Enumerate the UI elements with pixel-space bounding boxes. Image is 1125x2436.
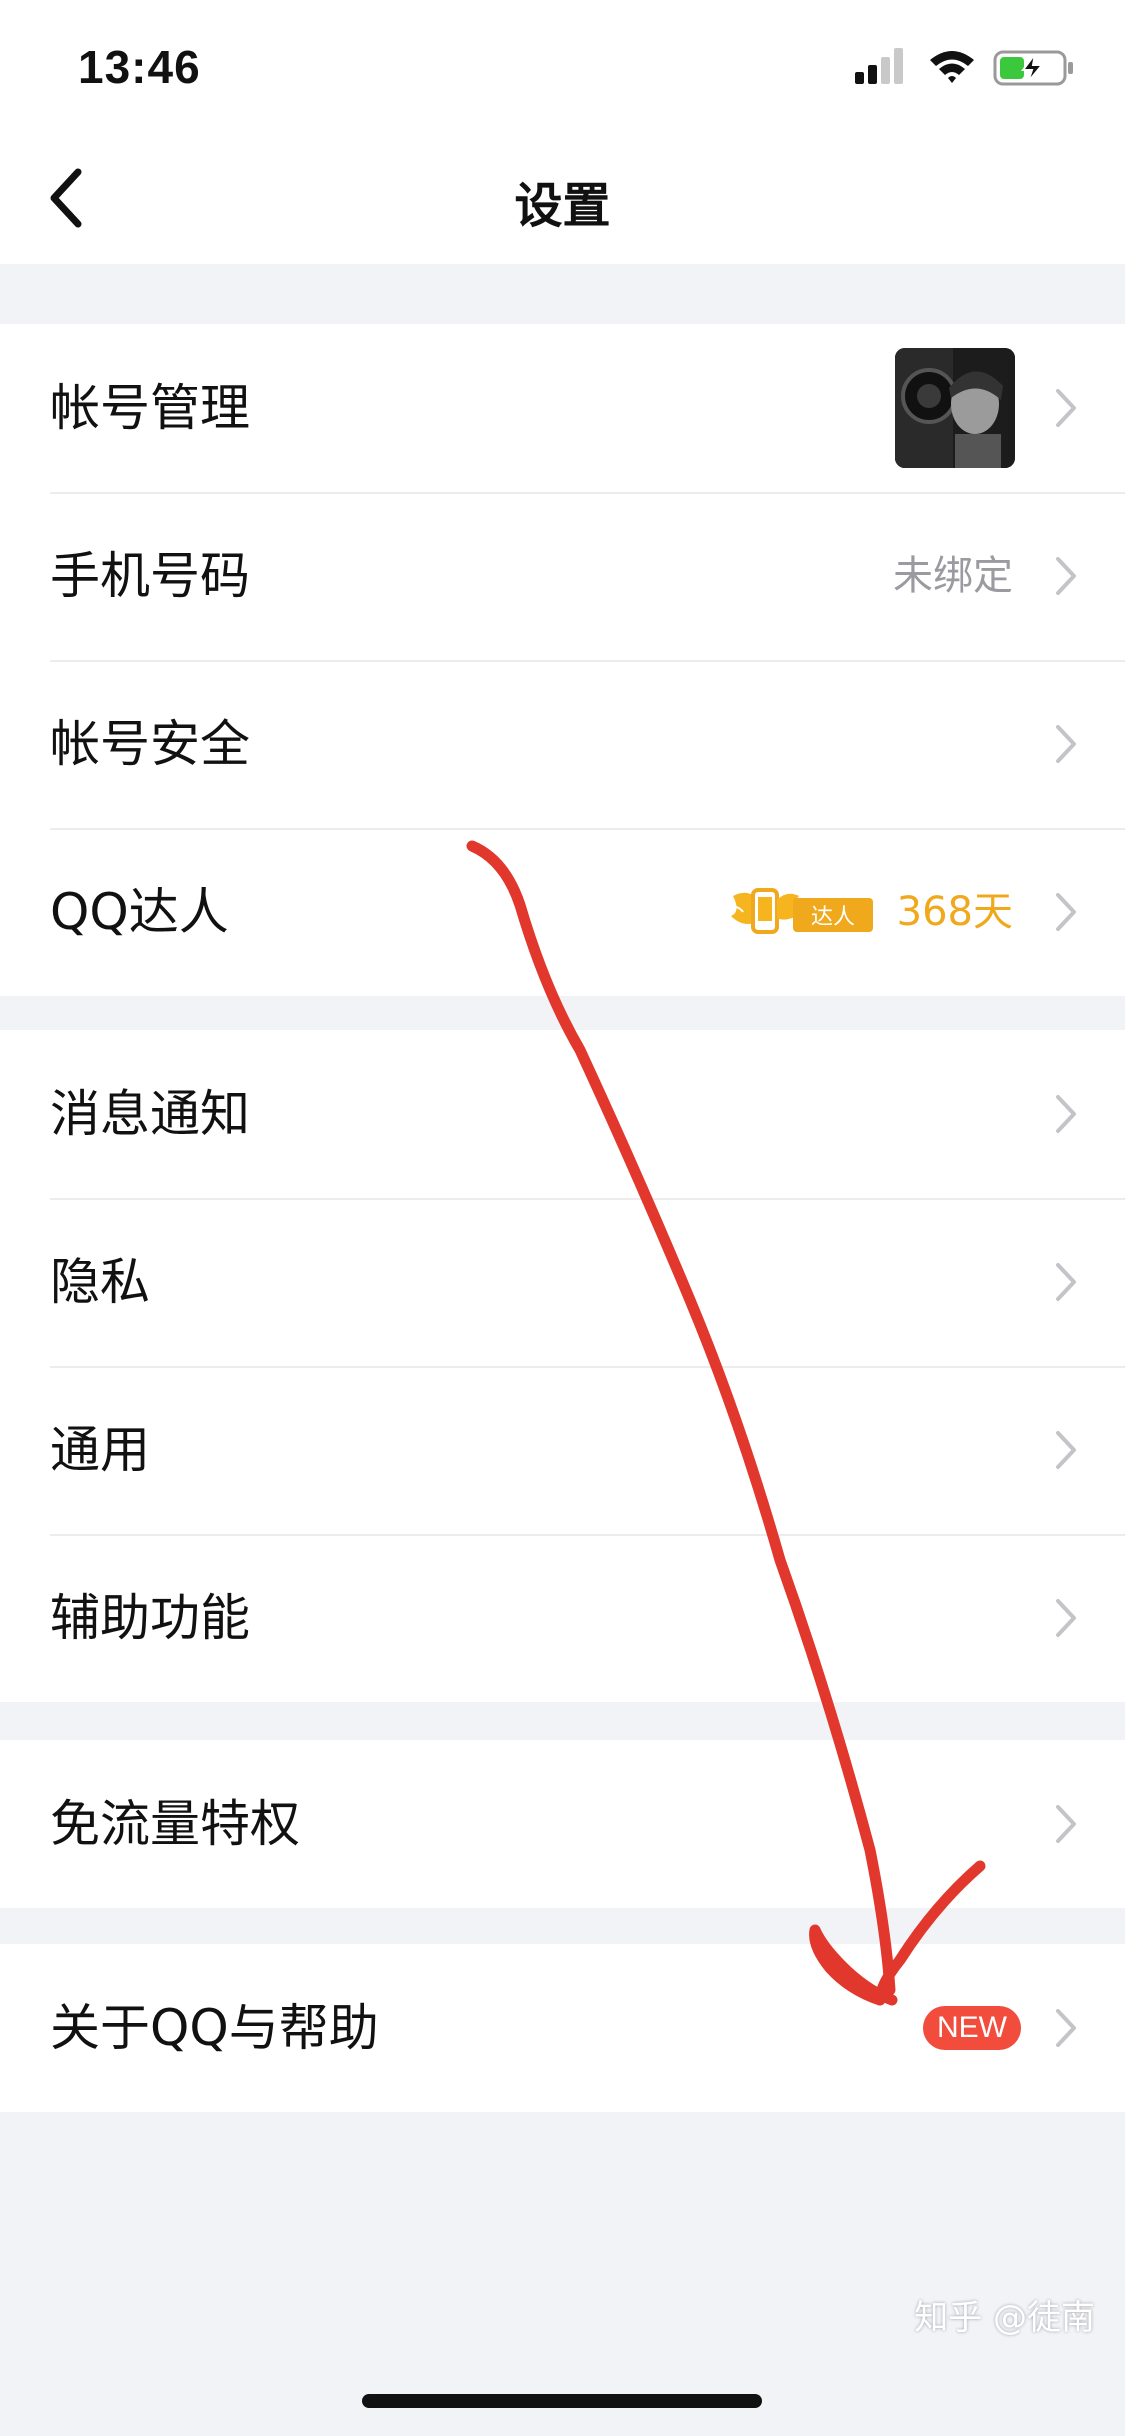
qq-expert-badge-text: 达人 — [811, 905, 855, 930]
row-label: 辅助功能 — [50, 1589, 250, 1647]
row-general[interactable]: 通用 — [0, 1366, 1125, 1534]
watermark: 知乎 @徒南 — [914, 2298, 1095, 2338]
battery-charging-icon — [993, 50, 1073, 86]
chevron-right-icon — [1056, 1599, 1076, 1637]
status-icons — [855, 48, 1085, 88]
row-accessibility[interactable]: 辅助功能 — [0, 1534, 1125, 1702]
chevron-right-icon — [1056, 1263, 1076, 1301]
page-title: 设置 — [514, 178, 611, 234]
row-label: 关于QQ与帮助 — [50, 1999, 379, 2057]
row-label: 帐号安全 — [50, 715, 250, 773]
top-bar: 13:46 设置 — [0, 0, 1125, 264]
settings-screen: 13:46 设置 帐号管理 手机号码 未绑定 帐号安全 QQ达人 达人 368天… — [0, 0, 1125, 2436]
general-group: 消息通知 隐私 通用 辅助功能 — [0, 1030, 1125, 1702]
chevron-right-icon — [1056, 2009, 1076, 2047]
chevron-right-icon — [1056, 1431, 1076, 1469]
row-qq-expert[interactable]: QQ达人 达人 368天 — [0, 828, 1125, 996]
row-label: 免流量特权 — [50, 1795, 300, 1853]
new-badge: NEW — [923, 2006, 1021, 2050]
qq-expert-badge-icon: 达人 — [728, 888, 873, 934]
row-label: 通用 — [50, 1421, 150, 1479]
row-notifications[interactable]: 消息通知 — [0, 1030, 1125, 1198]
row-account-management[interactable]: 帐号管理 — [0, 324, 1125, 492]
row-privacy[interactable]: 隐私 — [0, 1198, 1125, 1366]
cellular-signal-icon — [855, 48, 903, 84]
chevron-right-icon — [1056, 1095, 1076, 1133]
row-label: 帐号管理 — [50, 379, 250, 437]
chevron-right-icon — [1056, 725, 1076, 763]
about-group: 关于QQ与帮助 NEW — [0, 1944, 1125, 2112]
row-data-free-privilege[interactable]: 免流量特权 — [0, 1740, 1125, 1908]
chevron-right-icon — [1056, 893, 1076, 931]
chevron-right-icon — [1056, 557, 1076, 595]
chevron-right-icon — [1056, 389, 1076, 427]
data-free-group: 免流量特权 — [0, 1740, 1125, 1908]
row-phone-number[interactable]: 手机号码 未绑定 — [0, 492, 1125, 660]
avatar — [895, 348, 1015, 468]
qq-expert-days: 368天 — [896, 889, 1013, 935]
row-account-security[interactable]: 帐号安全 — [0, 660, 1125, 828]
row-label: 隐私 — [50, 1253, 150, 1311]
row-about-qq-help[interactable]: 关于QQ与帮助 NEW — [0, 1944, 1125, 2112]
home-indicator — [362, 2394, 762, 2408]
status-time: 13:46 — [78, 41, 201, 93]
wifi-icon — [930, 51, 974, 83]
account-group: 帐号管理 手机号码 未绑定 帐号安全 QQ达人 达人 368天 — [0, 324, 1125, 996]
row-label: 手机号码 — [50, 547, 250, 605]
row-label: QQ达人 — [50, 883, 229, 941]
chevron-right-icon — [1056, 1805, 1076, 1843]
phone-status-value: 未绑定 — [893, 553, 1013, 599]
row-label: 消息通知 — [50, 1085, 250, 1143]
